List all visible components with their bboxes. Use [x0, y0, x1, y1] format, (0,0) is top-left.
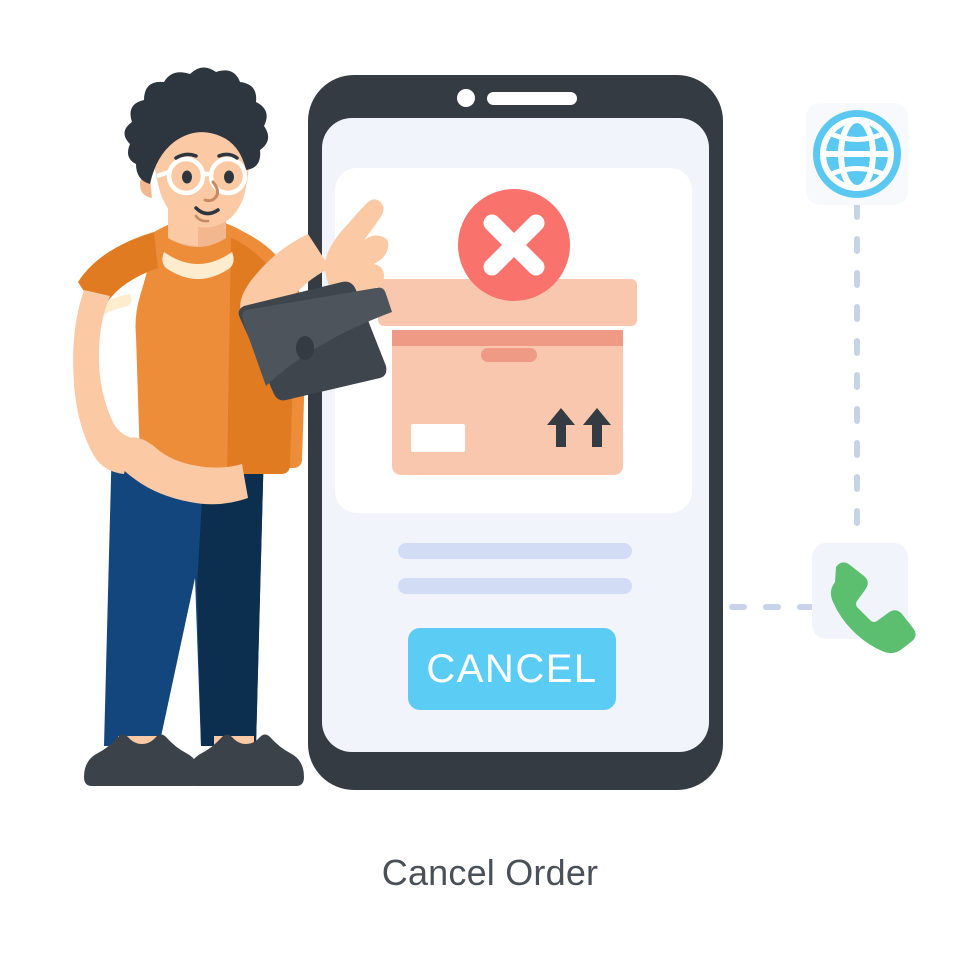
- globe-tile[interactable]: [806, 103, 908, 205]
- laptop-camera-dot: [296, 336, 314, 360]
- package-box-icon: [378, 279, 637, 475]
- globe-icon: [813, 110, 901, 198]
- shipping-label: [411, 424, 465, 452]
- eye-right: [224, 170, 234, 184]
- eye-left: [182, 170, 192, 184]
- phone-camera-icon: [457, 89, 475, 107]
- phone-device: [308, 75, 723, 790]
- cancel-button[interactable]: [408, 628, 616, 710]
- phone-speaker-grill: [487, 92, 577, 105]
- text-line-2: [398, 578, 632, 594]
- error-cross-circle-icon: [458, 189, 570, 301]
- illustration-canvas: CANCEL Cancel Order: [0, 0, 980, 980]
- cancel-order-illustration: [73, 67, 916, 790]
- text-line-1: [398, 543, 632, 559]
- phone-call-tile[interactable]: [812, 543, 916, 654]
- illustration-caption: Cancel Order: [381, 852, 599, 893]
